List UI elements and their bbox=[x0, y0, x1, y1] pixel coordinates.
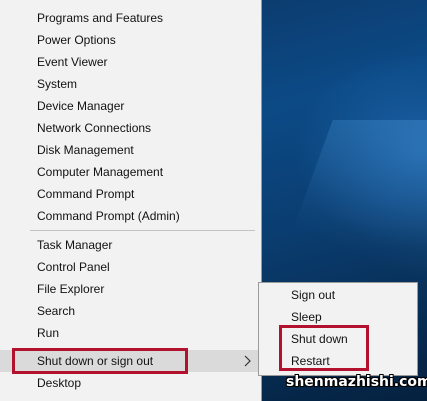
menu-item-system[interactable]: System bbox=[0, 73, 261, 95]
menu-item-search[interactable]: Search bbox=[0, 300, 261, 322]
menu-item-control-panel[interactable]: Control Panel bbox=[0, 256, 261, 278]
menu-item-computer-management[interactable]: Computer Management bbox=[0, 161, 261, 183]
menu-item-network-connections[interactable]: Network Connections bbox=[0, 117, 261, 139]
menu-item-task-manager[interactable]: Task Manager bbox=[0, 234, 261, 256]
menu-separator bbox=[30, 230, 255, 231]
annotation-box-shutdown-menu bbox=[12, 348, 188, 374]
watermark-text: shenmazhishi.com bbox=[286, 374, 427, 390]
chevron-right-icon bbox=[244, 355, 251, 367]
menu-item-power-options[interactable]: Power Options bbox=[0, 29, 261, 51]
menu-item-desktop[interactable]: Desktop bbox=[0, 372, 261, 394]
submenu-item-sign-out[interactable]: Sign out bbox=[259, 284, 417, 306]
menu-item-run[interactable]: Run bbox=[0, 322, 261, 344]
menu-item-programs-and-features[interactable]: Programs and Features bbox=[0, 7, 261, 29]
power-user-menu: Programs and Features Power Options Even… bbox=[0, 0, 262, 401]
desktop-screen: Programs and Features Power Options Even… bbox=[0, 0, 427, 401]
menu-item-device-manager[interactable]: Device Manager bbox=[0, 95, 261, 117]
menu-item-command-prompt[interactable]: Command Prompt bbox=[0, 183, 261, 205]
menu-item-disk-management[interactable]: Disk Management bbox=[0, 139, 261, 161]
menu-item-file-explorer[interactable]: File Explorer bbox=[0, 278, 261, 300]
menu-item-command-prompt-admin[interactable]: Command Prompt (Admin) bbox=[0, 205, 261, 227]
annotation-box-shutdown-restart bbox=[279, 325, 369, 371]
menu-item-event-viewer[interactable]: Event Viewer bbox=[0, 51, 261, 73]
